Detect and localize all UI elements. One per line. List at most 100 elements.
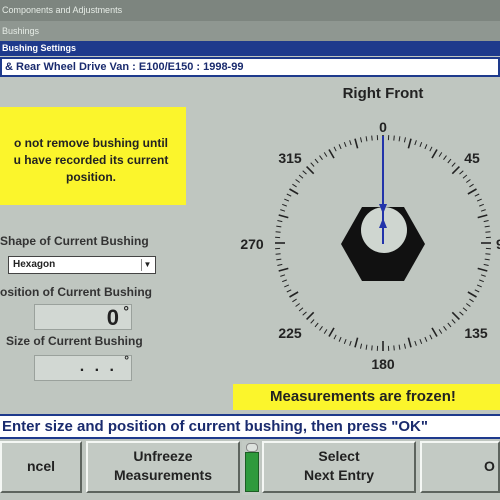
dial-tick xyxy=(343,142,347,147)
dial-tick xyxy=(474,193,480,197)
dial-tick xyxy=(323,329,328,334)
dial-tick xyxy=(275,231,281,233)
dial-tick xyxy=(280,209,286,212)
dial-tick xyxy=(343,339,347,344)
dial-tick xyxy=(393,345,395,351)
dial-tick xyxy=(462,174,468,179)
dial-tick xyxy=(393,135,395,141)
select-next-entry-button[interactable]: Select Next Entry xyxy=(262,441,416,493)
dial-tick xyxy=(476,284,482,288)
dial-tick xyxy=(429,146,433,152)
unfreeze-label-2: Measurements xyxy=(113,467,213,483)
dial-tick xyxy=(476,198,482,202)
dial-tick xyxy=(292,298,297,303)
dial-tick xyxy=(333,334,337,340)
dial-tick xyxy=(438,152,443,157)
dial-tick xyxy=(323,152,328,157)
dial-tick xyxy=(467,188,477,195)
dial-tick xyxy=(451,162,456,167)
dial-tick xyxy=(295,179,300,183)
dial-tick xyxy=(466,179,471,183)
dial-tick xyxy=(484,225,490,228)
instruction-bar: Enter size and position of current bushi… xyxy=(0,414,500,439)
dial-tick xyxy=(276,225,282,228)
dial-label-315: 315 xyxy=(278,150,302,166)
cancel-button-label: ncel xyxy=(26,458,55,474)
ok-button-label: O xyxy=(484,458,495,474)
dial-tick xyxy=(333,146,337,152)
dial-tick xyxy=(480,274,486,277)
dial-tick xyxy=(286,289,292,293)
dial-tick xyxy=(459,311,464,316)
dial-tick xyxy=(319,326,323,331)
dial-tick xyxy=(447,322,452,328)
dial-tick xyxy=(477,214,488,219)
dial-tick xyxy=(314,158,319,164)
dial-label-180: 180 xyxy=(371,356,395,372)
dial-tick xyxy=(276,258,282,261)
dial-tick xyxy=(485,253,491,255)
ok-button[interactable]: O xyxy=(420,441,500,493)
dial-tick xyxy=(466,303,471,307)
dial-tick xyxy=(280,274,286,277)
dial-tick xyxy=(414,140,417,146)
select-label-1: Select xyxy=(318,448,360,464)
dial-tick xyxy=(286,193,292,197)
select-label-2: Next Entry xyxy=(303,467,375,483)
dial-tick xyxy=(480,209,486,212)
dial-tick xyxy=(424,336,428,342)
dial-tick xyxy=(431,149,438,159)
position-pointer xyxy=(379,136,387,244)
dial-tick xyxy=(284,284,290,288)
dial-tick xyxy=(349,340,352,346)
dial-tick xyxy=(360,343,363,349)
indicator-dot-icon xyxy=(246,443,258,452)
dial-tick xyxy=(438,329,443,334)
dial-tick xyxy=(277,220,283,223)
dial-tick xyxy=(479,203,484,207)
dial-tick xyxy=(419,339,423,344)
dial-tick xyxy=(278,267,289,272)
dial-tick xyxy=(398,136,401,142)
dial-tick xyxy=(447,158,452,164)
dial-tick xyxy=(365,136,368,142)
unfreeze-measurements-button[interactable]: Unfreeze Measurements xyxy=(86,441,240,493)
dial-tick xyxy=(407,337,412,348)
dial-tick xyxy=(302,311,307,316)
dial-tick xyxy=(354,337,359,348)
dial-tick xyxy=(277,263,283,266)
dial-tick xyxy=(371,345,373,351)
dial-tick xyxy=(419,142,423,147)
dial-tick xyxy=(459,170,464,175)
dial-tick xyxy=(306,166,315,175)
dial-tick xyxy=(282,279,287,283)
dial-tick xyxy=(479,279,484,283)
dial-tick xyxy=(403,137,406,143)
frozen-status: Measurements are frozen! xyxy=(233,384,500,410)
dial-tick xyxy=(289,188,299,195)
dial-tick xyxy=(462,307,468,312)
dial-tick xyxy=(403,343,406,349)
dial-tick xyxy=(295,303,300,307)
dial-tick xyxy=(469,298,474,303)
dial-tick xyxy=(407,138,412,149)
dial-tick xyxy=(451,166,460,175)
dial-tick xyxy=(284,198,290,202)
dial-tick xyxy=(328,327,335,337)
dial-tick xyxy=(282,203,287,207)
dial-tick xyxy=(443,155,447,160)
dial-tick xyxy=(292,183,297,188)
dial-tick xyxy=(349,140,352,146)
dial-tick xyxy=(467,291,477,298)
dial-tick xyxy=(483,220,489,223)
dial-label-270: 270 xyxy=(240,236,264,252)
dial-label-0: 0 xyxy=(379,119,387,135)
dial-tick xyxy=(278,214,289,219)
cancel-button[interactable]: ncel xyxy=(0,441,82,493)
dial-tick xyxy=(314,322,319,328)
green-indicator-icon xyxy=(245,452,259,492)
dial-tick xyxy=(443,326,447,331)
dial-tick xyxy=(289,291,299,298)
dial-label-90: 9 xyxy=(496,236,500,252)
dial-tick xyxy=(365,344,368,350)
